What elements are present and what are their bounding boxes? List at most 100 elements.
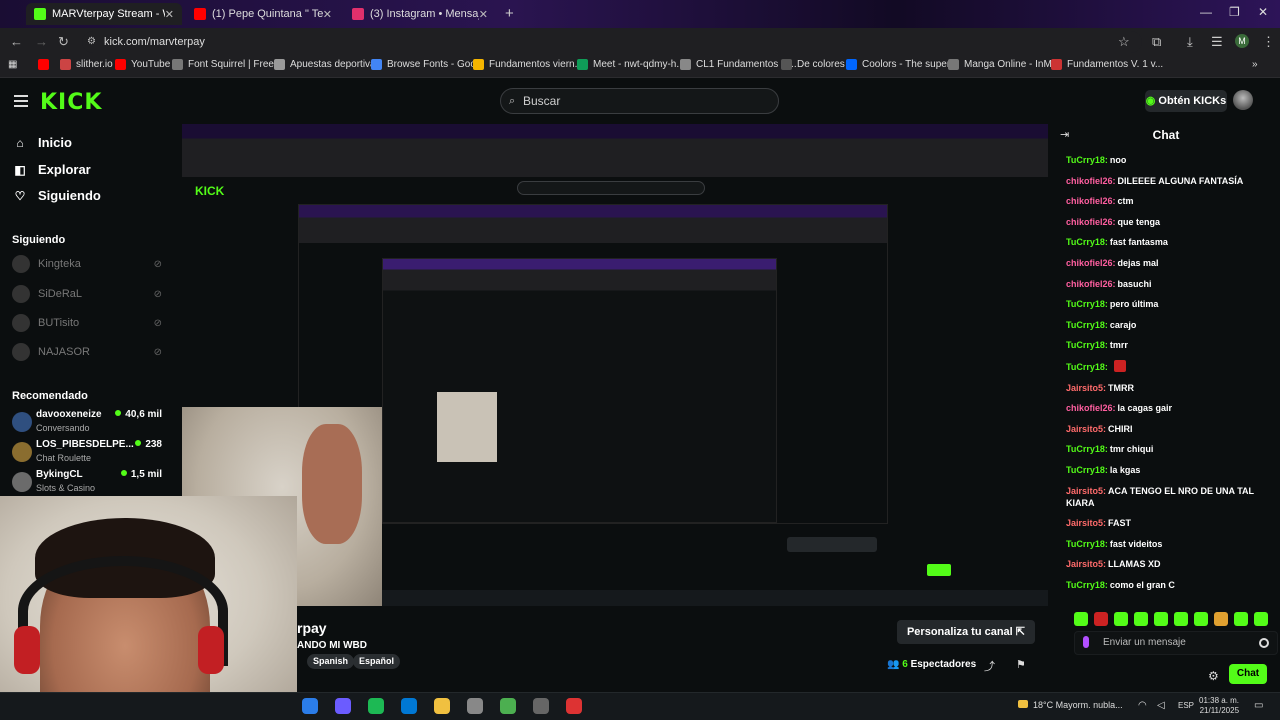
chat-username[interactable]: TuCrry18: — [1066, 444, 1108, 454]
taskbar-app-icon[interactable] — [434, 698, 450, 714]
taskbar-app-icon[interactable] — [467, 698, 483, 714]
language-indicator[interactable]: ESP — [1178, 701, 1194, 710]
site-info-icon[interactable]: ⚙ — [87, 31, 96, 53]
back-icon[interactable]: ← — [10, 34, 23, 49]
new-tab-button[interactable]: + — [505, 5, 514, 22]
chat-username[interactable]: Jairsito5: — [1066, 424, 1106, 434]
chat-username[interactable]: Jairsito5: — [1066, 518, 1106, 528]
tab-instagram[interactable]: (3) Instagram • Mensajes ✕ — [344, 3, 496, 25]
tag-spanish[interactable]: Spanish — [307, 654, 355, 669]
emote-icon[interactable] — [1234, 612, 1248, 626]
bookmark-item[interactable]: Meet - nwt-qdmy-h... — [577, 59, 685, 70]
chat-username[interactable]: chikofiel26: — [1066, 196, 1116, 206]
taskbar-app-icon[interactable] — [500, 698, 516, 714]
emote-icon[interactable] — [1254, 612, 1268, 626]
streamer-name[interactable]: rpay — [297, 620, 327, 636]
forward-icon[interactable]: → — [35, 34, 48, 49]
bookmark-item[interactable] — [38, 59, 54, 70]
send-chat-button[interactable]: Chat — [1229, 664, 1267, 684]
chat-username[interactable]: chikofiel26: — [1066, 217, 1116, 227]
recommended-item[interactable]: BykingCL Slots & Casino 1,5 mil — [12, 468, 162, 498]
sidebar-item-explorar[interactable]: ◧ Explorar — [12, 162, 90, 177]
chat-username[interactable]: chikofiel26: — [1066, 279, 1116, 289]
bookmark-item[interactable]: De colores — [781, 59, 845, 70]
mic-icon[interactable] — [1083, 636, 1089, 648]
emote-icon[interactable] — [1154, 612, 1168, 626]
bookmark-item[interactable]: Font Squirrel | Free... — [172, 59, 282, 70]
taskbar-app-icon[interactable] — [302, 698, 318, 714]
recommended-item[interactable]: LOS_PIBESDELPE... Chat Roulette 238 — [12, 438, 162, 468]
emote-icon[interactable] — [1114, 612, 1128, 626]
bookmark-item[interactable]: Browse Fonts - Goo... — [371, 59, 484, 70]
chat-username[interactable]: TuCrry18: — [1066, 465, 1108, 475]
chat-input[interactable]: Enviar un mensaje — [1074, 631, 1278, 655]
chat-username[interactable]: Jairsito5: — [1066, 383, 1106, 393]
chat-username[interactable]: TuCrry18: — [1066, 320, 1108, 330]
chat-username[interactable]: TuCrry18: — [1066, 362, 1108, 372]
chat-username[interactable]: TuCrry18: — [1066, 299, 1108, 309]
more-bookmarks-icon[interactable]: » — [1252, 59, 1258, 70]
chat-username[interactable]: TuCrry18: — [1066, 340, 1108, 350]
bookmark-item[interactable]: CL1 Fundamentos D... — [680, 59, 797, 70]
bookmark-item[interactable]: YouTube — [115, 59, 170, 70]
chat-username[interactable]: TuCrry18: — [1066, 237, 1108, 247]
emote-icon[interactable] — [1134, 612, 1148, 626]
customize-channel-button[interactable]: Personaliza tu canal ⇱ — [897, 620, 1035, 644]
bookmark-item[interactable]: Manga Online - InM... — [948, 59, 1060, 70]
following-item[interactable]: SiDeRaL ⊘ — [12, 284, 162, 304]
emoji-icon[interactable] — [1259, 638, 1269, 648]
chat-username[interactable]: TuCrry18: — [1066, 539, 1108, 549]
emote-icon[interactable] — [1094, 612, 1108, 626]
hamburger-menu-icon[interactable] — [14, 95, 28, 107]
bookmark-star-icon[interactable]: ☆ — [1118, 34, 1130, 50]
bookmark-item[interactable]: slither.io — [60, 59, 113, 70]
chat-username[interactable]: chikofiel26: — [1066, 258, 1116, 268]
chat-username[interactable]: chikofiel26: — [1066, 403, 1116, 413]
close-window-icon[interactable]: ✕ — [1258, 5, 1268, 19]
bookmark-item[interactable]: Fundamentos viern... — [473, 59, 583, 70]
clock[interactable]: 01:38 a. m. 21/11/2025 — [1199, 696, 1239, 716]
chat-username[interactable]: Jairsito5: — [1066, 486, 1106, 496]
tab-youtube[interactable]: (1) Pepe Quintana " Te Lo M ✕ — [186, 3, 340, 25]
kick-logo[interactable]: KICK — [40, 90, 102, 115]
emote-icon[interactable] — [1214, 612, 1228, 626]
chat-username[interactable]: chikofiel26: — [1066, 176, 1116, 186]
extensions-icon[interactable]: ⧉ — [1152, 34, 1161, 50]
reading-list-icon[interactable]: ☰ — [1211, 34, 1223, 50]
wifi-icon[interactable]: ◠ — [1138, 700, 1147, 711]
maximize-icon[interactable]: ❐ — [1229, 5, 1240, 19]
video-player[interactable]: KICK — [182, 124, 1048, 606]
reload-icon[interactable]: ↻ — [58, 34, 69, 50]
minimize-icon[interactable]: — — [1200, 5, 1212, 19]
sidebar-item-inicio[interactable]: ⌂ Inicio — [12, 135, 72, 150]
search-input[interactable]: ⌕ Buscar — [500, 88, 779, 114]
notifications-icon[interactable]: ▭ — [1254, 700, 1263, 711]
volume-icon[interactable]: ◁ — [1157, 700, 1165, 711]
bookmark-item[interactable]: Apuestas deportivas — [274, 59, 381, 70]
following-item[interactable]: Kingteka ⊘ — [12, 254, 162, 274]
taskbar-app-icon[interactable] — [335, 698, 351, 714]
close-tab-icon[interactable]: ✕ — [323, 8, 332, 21]
close-tab-icon[interactable]: ✕ — [165, 8, 174, 21]
share-icon[interactable]: ⤴ — [984, 658, 995, 674]
follow-user-icon[interactable]: ⚑ — [1016, 658, 1026, 671]
sidebar-item-siguiendo[interactable]: ♡ Siguiendo — [12, 188, 101, 203]
tab-kick[interactable]: MARVterpay Stream - Watch Li ✕ — [26, 3, 182, 25]
chat-username[interactable]: TuCrry18: — [1066, 155, 1108, 165]
weather-widget[interactable]: 18°C Mayorm. nubla... — [1018, 700, 1123, 710]
apps-grid-icon[interactable]: ▦ — [8, 59, 17, 70]
emote-icon[interactable] — [1174, 612, 1188, 626]
bookmark-item[interactable]: Coolors - The super... — [846, 59, 958, 70]
taskbar-app-icon[interactable] — [368, 698, 384, 714]
close-tab-icon[interactable]: ✕ — [479, 8, 488, 21]
chat-username[interactable]: TuCrry18: — [1066, 580, 1108, 590]
following-item[interactable]: BUTisito ⊘ — [12, 313, 162, 333]
user-avatar[interactable] — [1233, 90, 1253, 110]
recommended-item[interactable]: davooxeneize Conversando 40,6 mil — [12, 408, 162, 438]
chat-username[interactable]: Jairsito5: — [1066, 559, 1106, 569]
get-kicks-button[interactable]: ◉ Obtén KICKs — [1145, 90, 1227, 112]
gear-icon[interactable]: ⚙ — [1208, 669, 1219, 683]
emote-icon[interactable] — [1074, 612, 1088, 626]
emote-icon[interactable] — [1194, 612, 1208, 626]
taskbar-app-icon[interactable] — [401, 698, 417, 714]
